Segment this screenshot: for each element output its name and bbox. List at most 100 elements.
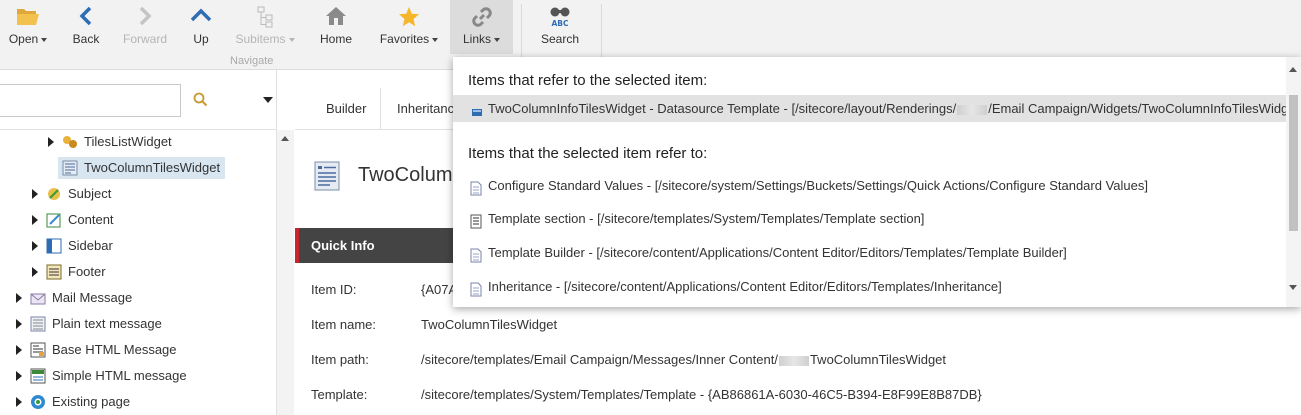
chevron-down-icon — [494, 37, 500, 42]
document-icon — [470, 178, 482, 205]
chevron-down-icon — [41, 37, 48, 42]
existing-page-icon — [30, 394, 46, 410]
reference-link-item[interactable]: Template section - [/sitecore/templates/… — [453, 205, 1286, 232]
widget-icon — [62, 134, 78, 150]
chevron-down-icon — [288, 37, 295, 42]
simple-html-icon — [30, 368, 46, 384]
path-prefix: /sitecore/templates/Email Campaign/Messa… — [421, 352, 778, 367]
home-label: Home — [319, 32, 352, 46]
tree-node-label: TilesListWidget — [84, 134, 172, 149]
field-label: Item name: — [311, 317, 377, 332]
reference-text: Template section - [/sitecore/templates/… — [488, 211, 925, 226]
tree-node-subject[interactable]: Subject — [28, 183, 228, 205]
star-icon — [372, 0, 446, 32]
favorites-button[interactable]: Favorites — [372, 0, 446, 54]
referrer-link-item[interactable]: TwoColumnInfoTilesWidget - Datasource Te… — [453, 95, 1301, 122]
expand-arrow-icon[interactable] — [32, 267, 38, 277]
footer-icon — [46, 264, 62, 280]
content-tree-panel: TilesListWidget TwoColumnTilesWidget Sub… — [0, 70, 294, 415]
template-icon — [62, 160, 78, 176]
tree-node-content[interactable]: Content — [28, 209, 228, 231]
up-button[interactable]: Up — [184, 0, 218, 54]
tree-node-label: Simple HTML message — [52, 368, 187, 383]
tree-node-base-html-message[interactable]: Base HTML Message — [12, 339, 232, 361]
links-button[interactable]: Links — [450, 0, 513, 54]
item-title: TwoColumn — [358, 164, 464, 186]
tree-node-label: Sidebar — [68, 238, 113, 253]
reference-link-item[interactable]: Configure Standard Values - [/sitecore/s… — [453, 172, 1286, 199]
tree-node-footer[interactable]: Footer — [28, 261, 228, 283]
reference-link-item[interactable]: Inheritance - [/sitecore/content/Applica… — [453, 273, 1286, 300]
tree-node-label: Plain text message — [52, 316, 162, 331]
field-value[interactable]: TwoColumnTilesWidget — [421, 315, 557, 335]
field-label: Item ID: — [311, 282, 357, 297]
scroll-up-arrow-icon[interactable] — [1289, 67, 1297, 72]
expand-arrow-icon[interactable] — [32, 241, 38, 251]
expand-arrow-icon[interactable] — [16, 319, 22, 329]
search-label: Search — [540, 32, 580, 46]
field-value[interactable]: /sitecore/templates/System/Templates/Tem… — [421, 385, 982, 405]
tree-node-mail-message[interactable]: Mail Message — [12, 287, 232, 309]
field-value[interactable]: /sitecore/templates/Email Campaign/Messa… — [421, 350, 946, 370]
search-icon[interactable] — [193, 92, 208, 110]
search-button[interactable]: ABC Search — [536, 0, 584, 54]
reference-text: Configure Standard Values - [/sitecore/s… — [488, 178, 1148, 193]
subitems-label: Subitems — [235, 32, 286, 46]
scroll-thumb[interactable] — [1289, 95, 1298, 231]
open-button[interactable]: Open — [4, 0, 52, 54]
field-value[interactable]: {A07A — [421, 280, 457, 300]
expand-arrow-icon[interactable] — [16, 345, 22, 355]
expand-arrow-icon[interactable] — [16, 293, 22, 303]
tree-scrollbar[interactable] — [277, 130, 294, 415]
scroll-down-arrow-icon[interactable] — [1289, 285, 1297, 290]
template-section-icon — [470, 211, 482, 238]
html-message-icon — [30, 342, 46, 358]
subitems-tree-icon — [228, 0, 302, 32]
sidebar-icon — [46, 238, 62, 254]
subitems-button[interactable]: Subitems — [228, 0, 302, 54]
subject-icon — [46, 186, 62, 202]
navigate-group-label: Navigate — [230, 55, 274, 67]
folder-icon — [4, 0, 52, 32]
links-label: Links — [462, 32, 491, 46]
back-button[interactable]: Back — [66, 0, 106, 54]
reference-link-item[interactable]: Template Builder - [/sitecore/content/Ap… — [453, 239, 1286, 266]
open-label: Open — [8, 32, 39, 46]
referrer-path-prefix: TwoColumnInfoTilesWidget - Datasource Te… — [488, 101, 957, 116]
favorites-label: Favorites — [379, 32, 430, 46]
forward-button[interactable]: Forward — [118, 0, 172, 54]
tree-node-twocolumntileswidget[interactable]: TwoColumnTilesWidget — [58, 157, 226, 179]
scroll-up-arrow-icon[interactable] — [281, 136, 289, 141]
tree-node-label: TwoColumnTilesWidget — [84, 160, 221, 175]
forward-arrow-icon — [118, 0, 172, 32]
expand-arrow-icon[interactable] — [32, 215, 38, 225]
tree-node-label: Subject — [68, 186, 112, 201]
tree-node-tileslistwidget[interactable]: TilesListWidget — [44, 131, 234, 153]
expand-arrow-icon[interactable] — [16, 397, 22, 407]
tree-node-plain-text-message[interactable]: Plain text message — [12, 313, 232, 335]
binoculars-abc-icon: ABC — [536, 0, 584, 32]
document-icon — [470, 279, 482, 306]
expand-arrow-icon[interactable] — [48, 137, 54, 147]
back-arrow-icon — [66, 0, 106, 32]
home-button[interactable]: Home — [315, 0, 357, 54]
tree-node-label: Footer — [68, 264, 106, 279]
links-dropdown-scrollbar[interactable] — [1286, 57, 1301, 307]
tree-node-label: Existing page — [52, 394, 131, 409]
tree-node-existing-page[interactable]: Existing page — [12, 391, 232, 413]
field-label: Item path: — [311, 352, 369, 367]
forward-label: Forward — [122, 32, 167, 46]
references-heading: Items that the selected item refer to: — [468, 145, 708, 162]
expand-arrow-icon[interactable] — [32, 189, 38, 199]
plain-text-icon — [30, 316, 46, 332]
tree-node-simple-html-message[interactable]: Simple HTML message — [12, 365, 232, 387]
field-label: Template: — [311, 387, 368, 402]
expand-arrow-icon[interactable] — [16, 371, 22, 381]
reference-text: Template Builder - [/sitecore/content/Ap… — [488, 245, 1067, 260]
tree-search-input[interactable] — [0, 84, 181, 117]
tree-node-sidebar[interactable]: Sidebar — [28, 235, 228, 257]
search-options-dropdown[interactable] — [263, 97, 273, 103]
path-suffix: TwoColumnTilesWidget — [809, 352, 947, 367]
redacted-segment — [778, 355, 809, 366]
tab-builder[interactable]: Builder — [312, 88, 382, 130]
